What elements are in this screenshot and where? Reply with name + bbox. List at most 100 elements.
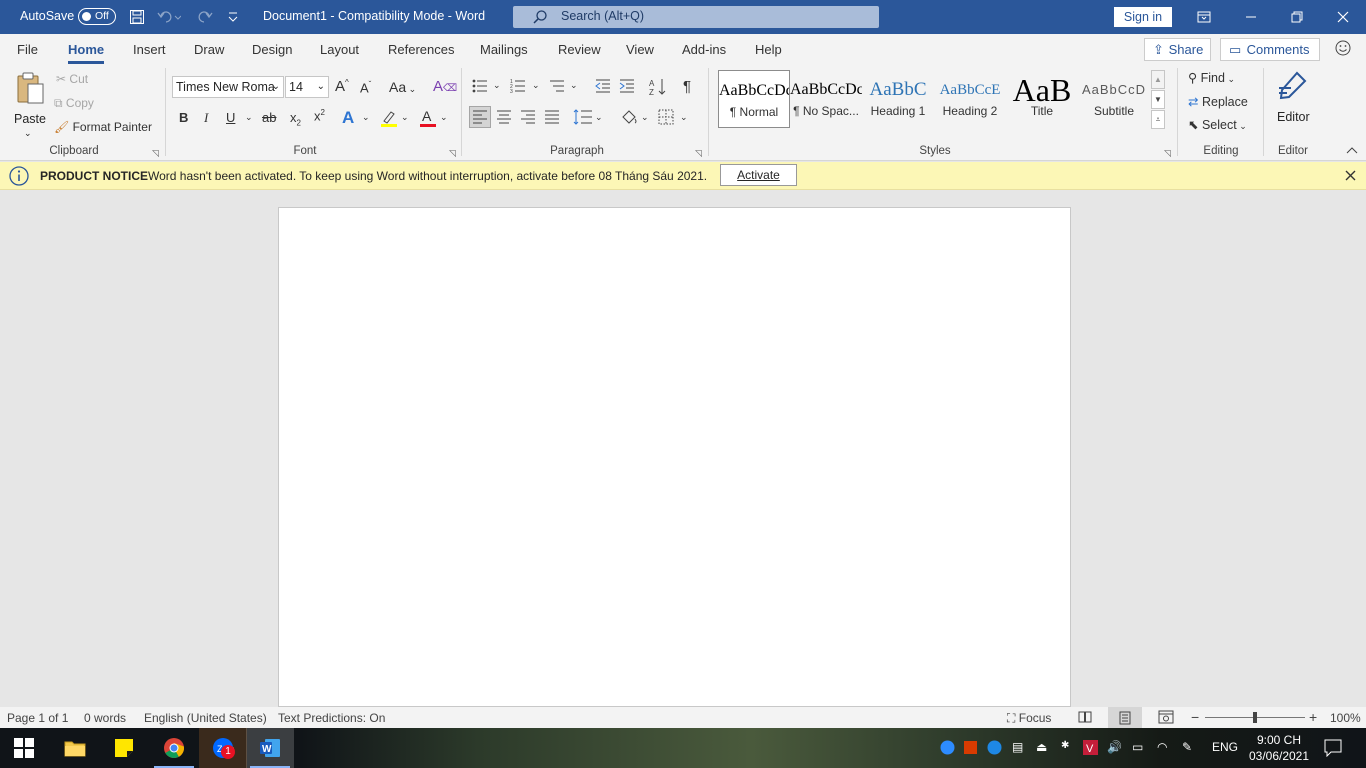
tab-review[interactable]: Review — [558, 42, 601, 57]
change-case-button[interactable]: Aa ⌄ — [389, 79, 416, 95]
chevron-down-icon[interactable]: ⌄ — [440, 112, 448, 123]
close-icon[interactable] — [1320, 0, 1366, 34]
font-name-combo[interactable]: Times New Roma ⌄ — [172, 76, 284, 98]
input-language[interactable]: ENG — [1212, 740, 1238, 754]
print-layout-icon[interactable] — [1108, 707, 1142, 728]
zalo-icon[interactable]: Zalo 1 — [199, 728, 247, 768]
style-subtitle[interactable]: AaBbCcD Subtitle — [1078, 70, 1150, 128]
styles-scroll-down-icon[interactable]: ▼ — [1151, 90, 1165, 109]
share-button[interactable]: ⇪ Share — [1144, 38, 1211, 61]
zoom-slider[interactable] — [1205, 712, 1305, 723]
battery-icon[interactable]: ▭ — [1132, 740, 1143, 754]
tab-home[interactable]: Home — [68, 42, 105, 64]
chevron-down-icon[interactable]: ⌄ — [641, 112, 649, 123]
zoom-slider-thumb[interactable] — [1253, 712, 1257, 723]
align-right-icon[interactable] — [518, 107, 538, 127]
styles-more-icon[interactable]: ⩡ — [1151, 110, 1165, 129]
borders-icon[interactable] — [658, 109, 674, 125]
increase-indent-icon[interactable] — [619, 79, 635, 93]
paragraph-dialog-launcher-icon[interactable]: ◹ — [695, 148, 702, 159]
tab-mailings[interactable]: Mailings — [480, 42, 528, 57]
tab-insert[interactable]: Insert — [133, 42, 166, 57]
style-heading-2[interactable]: AaBbCcE Heading 2 — [934, 70, 1006, 128]
comments-button[interactable]: ▭ Comments — [1220, 38, 1320, 61]
windows-start-icon[interactable] — [0, 728, 48, 768]
justify-icon[interactable] — [542, 107, 562, 127]
antivirus-tray-icon[interactable]: V — [1083, 740, 1098, 755]
tab-layout[interactable]: Layout — [320, 42, 359, 57]
volume-icon[interactable]: 🔊 — [1107, 740, 1122, 754]
cut-button[interactable]: ✂ Cut — [56, 72, 88, 86]
bluetooth-tray-icon[interactable]: ✱ — [1061, 740, 1069, 751]
style-normal[interactable]: AaBbCcDc ¶ Normal — [718, 70, 790, 128]
word-taskbar-icon[interactable]: W — [246, 728, 294, 768]
save-icon[interactable] — [129, 9, 145, 25]
tab-add-ins[interactable]: Add-ins — [682, 42, 726, 57]
tab-design[interactable]: Design — [252, 42, 292, 57]
increase-font-size-icon[interactable]: A^ — [335, 78, 349, 95]
copy-button[interactable]: ⧉ Copy — [54, 96, 94, 111]
highlighter-icon[interactable] — [380, 109, 398, 127]
select-button[interactable]: ⬉ Select ⌄ — [1188, 117, 1247, 132]
clear-formatting-icon[interactable]: A⌫ — [433, 78, 457, 95]
decrease-indent-icon[interactable] — [595, 79, 611, 93]
chevron-down-icon[interactable]: ⌄ — [401, 112, 409, 123]
notifications-icon[interactable] — [1324, 739, 1342, 757]
bullets-icon[interactable] — [472, 79, 488, 93]
foxit-tray-icon[interactable] — [963, 740, 978, 755]
zoom-out-icon[interactable]: − — [1191, 709, 1199, 725]
tab-draw[interactable]: Draw — [194, 42, 224, 57]
font-size-combo[interactable]: 14 ⌄ — [285, 76, 329, 98]
chevron-down-icon[interactable]: ⌄ — [362, 112, 370, 123]
cloud-sync-tray-icon[interactable] — [987, 740, 1002, 755]
italic-icon[interactable]: I — [204, 110, 208, 126]
redo-icon[interactable] — [195, 9, 213, 25]
customize-quick-access-icon[interactable] — [228, 11, 238, 23]
wifi-icon[interactable]: ◠ — [1157, 740, 1167, 754]
clipboard-dialog-launcher-icon[interactable]: ◹ — [152, 148, 159, 159]
usb-tray-icon[interactable]: ⏏ — [1036, 740, 1047, 754]
tab-references[interactable]: References — [388, 42, 454, 57]
chevron-down-icon[interactable]: ⌄ — [493, 80, 501, 91]
collapse-ribbon-icon[interactable] — [1346, 146, 1358, 156]
text-effects-icon[interactable]: A — [342, 108, 354, 128]
multilevel-list-icon[interactable] — [549, 79, 565, 93]
style-no-spacing[interactable]: AaBbCcDc ¶ No Spac... — [790, 70, 862, 128]
minimize-icon[interactable] — [1228, 0, 1274, 34]
tab-view[interactable]: View — [626, 42, 654, 57]
superscript-icon[interactable]: x2 — [314, 108, 325, 123]
close-notice-icon[interactable] — [1345, 170, 1356, 181]
read-mode-icon[interactable] — [1078, 710, 1092, 724]
focus-button[interactable]: ⛶ Focus — [1007, 711, 1051, 726]
feedback-smiley-icon[interactable] — [1335, 40, 1351, 56]
replace-button[interactable]: ⇄ Replace — [1188, 94, 1248, 109]
find-button[interactable]: ⚲ Find ⌄ — [1188, 70, 1235, 85]
decrease-font-size-icon[interactable]: Aˇ — [360, 80, 371, 95]
word-count[interactable]: 0 words — [84, 711, 126, 725]
chevron-down-icon[interactable]: ⌄ — [570, 80, 578, 91]
font-color-icon[interactable]: A — [419, 108, 437, 128]
undo-icon[interactable] — [157, 9, 181, 25]
align-center-icon[interactable] — [494, 107, 514, 127]
zoom-in-icon[interactable]: + — [1309, 709, 1317, 725]
text-predictions-status[interactable]: Text Predictions: On — [278, 711, 385, 725]
styles-scroll-up-icon[interactable]: ▲ — [1151, 70, 1165, 89]
styles-dialog-launcher-icon[interactable]: ◹ — [1164, 148, 1171, 159]
restore-icon[interactable] — [1274, 0, 1320, 34]
activate-button[interactable]: Activate — [720, 164, 797, 186]
editor-button[interactable]: Editor — [1270, 68, 1316, 138]
font-dialog-launcher-icon[interactable]: ◹ — [449, 148, 456, 159]
chevron-down-icon[interactable]: ⌄ — [245, 112, 253, 123]
zoom-tray-icon[interactable] — [940, 740, 955, 755]
ribbon-display-options-icon[interactable] — [1181, 0, 1227, 34]
autosave-toggle[interactable]: Off — [78, 8, 116, 25]
paste-button[interactable]: Paste ⌄ — [10, 70, 48, 140]
strikethrough-icon[interactable]: ab — [262, 110, 276, 125]
chrome-icon[interactable] — [150, 728, 198, 768]
zoom-level[interactable]: 100% — [1330, 711, 1361, 725]
chevron-down-icon[interactable]: ⌄ — [680, 112, 688, 123]
tab-file[interactable]: File — [17, 42, 38, 57]
underline-icon[interactable]: U — [226, 110, 235, 125]
page-count[interactable]: Page 1 of 1 — [7, 711, 68, 725]
sign-in-button[interactable]: Sign in — [1114, 7, 1172, 27]
